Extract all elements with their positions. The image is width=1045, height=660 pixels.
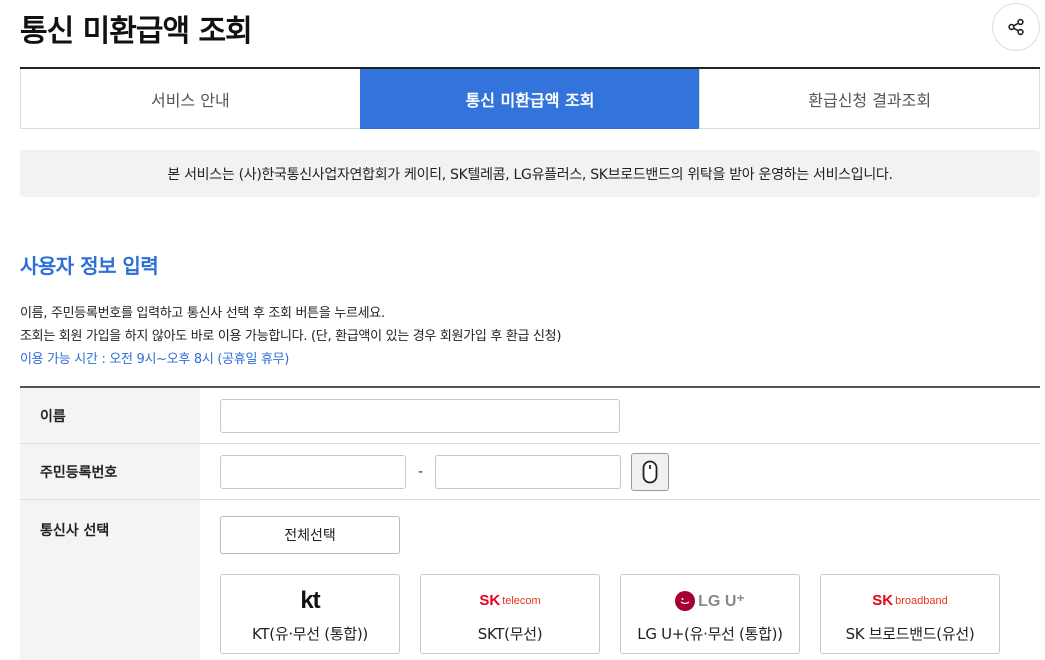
tab-service-info[interactable]: 서비스 안내 bbox=[20, 69, 360, 129]
sk-telecom-logo: SK telecom bbox=[479, 585, 540, 617]
carrier-name: SKT(무선) bbox=[477, 624, 543, 643]
rrn-row: 주민등록번호 - bbox=[20, 444, 1040, 500]
mouse-icon bbox=[642, 460, 658, 483]
carrier-name: KT(유·무선 (통합)) bbox=[252, 624, 368, 643]
lg-uplus-logo: LG U⁺ bbox=[675, 585, 745, 617]
select-all-button[interactable]: 전체선택 bbox=[220, 516, 400, 554]
rrn-separator: - bbox=[418, 463, 424, 480]
service-hours: 이용 가능 시간 : 오전 9시~오후 8시 (공휴일 휴무) bbox=[20, 352, 290, 367]
carrier-kt-button[interactable]: kt KT(유·무선 (통합)) bbox=[220, 574, 400, 654]
carrier-row: 통신사 선택 전체선택 kt KT(유·무선 (통합)) SK telecom … bbox=[20, 500, 1040, 660]
share-button[interactable] bbox=[992, 3, 1040, 51]
membership-note: 조회는 회원 가입을 하지 않아도 바로 이용 가능합니다. (단, 환급액이 … bbox=[20, 329, 562, 344]
lg-face-icon bbox=[675, 590, 696, 611]
kt-logo-text: kt bbox=[300, 586, 320, 614]
rrn-label: 주민등록번호 bbox=[20, 444, 200, 499]
page-title: 통신 미환급액 조회 bbox=[20, 14, 253, 49]
share-icon bbox=[1008, 18, 1024, 36]
sk-mark: SK bbox=[872, 592, 894, 609]
lg-logo-text: LG U⁺ bbox=[698, 592, 745, 610]
name-input[interactable] bbox=[220, 398, 620, 433]
kt-logo: kt bbox=[300, 585, 320, 617]
name-row: 이름 bbox=[20, 388, 1040, 444]
tab-unrefunded-lookup[interactable]: 통신 미환급액 조회 bbox=[359, 69, 700, 129]
notice-banner: 본 서비스는 (사)한국통신사업자연합회가 케이티, SK텔레콤, LG유플러스… bbox=[20, 150, 1040, 197]
tab-refund-result[interactable]: 환급신청 결과조회 bbox=[699, 69, 1041, 129]
carrier-lgu-button[interactable]: LG U⁺ LG U+(유·무선 (통합)) bbox=[620, 574, 800, 654]
sk-broadband-logo: SK broadband bbox=[872, 585, 947, 617]
virtual-keypad-button[interactable] bbox=[631, 452, 670, 491]
sk-logo-sub: telecom bbox=[502, 594, 541, 607]
carrier-name: LG U+(유·무선 (통합)) bbox=[637, 624, 783, 643]
user-info-form: 이름 주민등록번호 - 통신사 선택 전체선택 kt KT(유·무선 (통합))… bbox=[20, 386, 1040, 660]
sk-mark: SK bbox=[479, 592, 501, 609]
name-label: 이름 bbox=[20, 388, 200, 443]
carrier-skb-button[interactable]: SK broadband SK 브로드밴드(유선) bbox=[820, 574, 1000, 654]
carrier-skt-button[interactable]: SK telecom SKT(무선) bbox=[420, 574, 600, 654]
carrier-name: SK 브로드밴드(유선) bbox=[845, 624, 975, 643]
tab-bar: 서비스 안내 통신 미환급액 조회 환급신청 결과조회 bbox=[20, 67, 1041, 129]
carrier-list: kt KT(유·무선 (통합)) SK telecom SKT(무선) LG U… bbox=[220, 574, 1000, 654]
rrn-front-input[interactable] bbox=[220, 454, 406, 489]
section-title: 사용자 정보 입력 bbox=[20, 254, 159, 278]
rrn-back-input[interactable] bbox=[435, 454, 622, 489]
instruction-text: 이름, 주민등록번호를 입력하고 통신사 선택 후 조회 버튼을 누르세요. bbox=[20, 306, 385, 321]
carrier-label: 통신사 선택 bbox=[20, 500, 200, 660]
sk-logo-sub: broadband bbox=[895, 594, 948, 607]
